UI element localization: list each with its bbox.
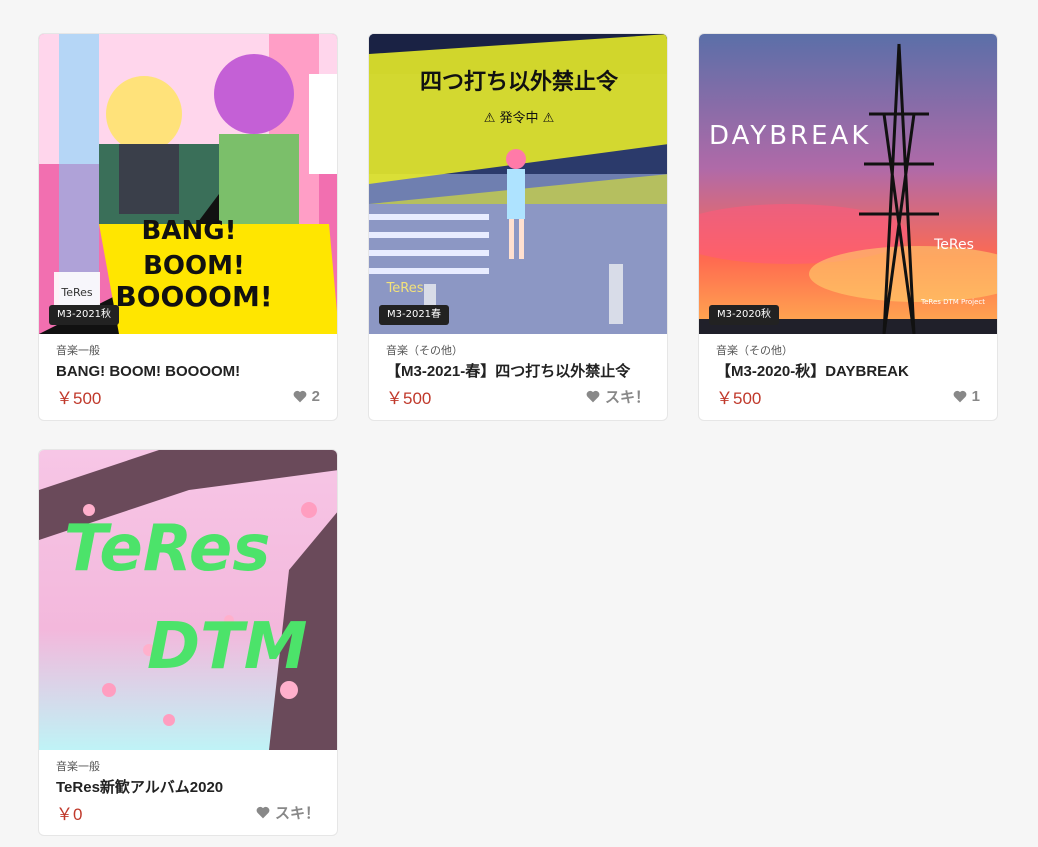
product-thumbnail[interactable]: 四つ打ち以外禁止令 ⚠ 発令中 ⚠ TeRes M3-2021春 <box>369 34 667 334</box>
product-title[interactable]: TeRes新歓アルバム2020 <box>56 778 320 798</box>
art-text-line: ⚠ 発令中 ⚠ <box>484 111 555 126</box>
like-count: スキ！ <box>274 804 320 822</box>
product-thumbnail[interactable]: BANG! BOOM! BOOOOM! TeRes M3-2021秋 <box>39 34 337 334</box>
heart-icon <box>256 806 270 818</box>
album-art: 四つ打ち以外禁止令 ⚠ 発令中 ⚠ TeRes <box>369 34 667 334</box>
heart-icon <box>586 390 600 402</box>
product-card[interactable]: BANG! BOOM! BOOOOM! TeRes M3-2021秋 音楽一般 … <box>38 33 338 421</box>
circle-logo: TeRes <box>60 286 93 299</box>
like-button[interactable]: 1 <box>953 388 980 405</box>
category-label: 音楽一般 <box>56 344 100 357</box>
art-text-line: 四つ打ち以外禁止令 <box>420 69 619 95</box>
art-text-line: BOOM! <box>143 251 245 281</box>
product-title[interactable]: BANG! BOOM! BOOOOM! <box>56 362 320 382</box>
event-badge: M3-2021春 <box>379 305 450 325</box>
like-button[interactable]: スキ！ <box>586 386 650 407</box>
category-label: 音楽（その他） <box>716 344 793 357</box>
event-badge: M3-2021秋 <box>49 305 120 325</box>
category-label: 音楽一般 <box>56 760 100 773</box>
price: ￥500 <box>386 388 432 408</box>
heart-icon <box>953 390 967 402</box>
album-art: BANG! BOOM! BOOOOM! TeRes <box>39 34 337 334</box>
art-text-line: DAYBREAK <box>709 121 871 151</box>
art-text-line: BOOOOM! <box>115 280 272 313</box>
product-card[interactable]: 四つ打ち以外禁止令 ⚠ 発令中 ⚠ TeRes M3-2021春 音楽（その他）… <box>368 33 668 421</box>
price: ￥500 <box>716 388 762 408</box>
circle-logo: TeRes <box>386 281 424 296</box>
art-text-line: TeRes DTM Project <box>920 298 985 306</box>
like-button[interactable]: スキ！ <box>256 802 320 823</box>
product-title[interactable]: 【M3-2020-秋】DAYBREAK <box>716 362 980 382</box>
product-card[interactable]: DAYBREAK TeRes DTM Project TeRes M3-2020… <box>698 33 998 421</box>
like-count: 1 <box>971 387 980 405</box>
like-button[interactable]: 2 <box>293 388 320 405</box>
event-badge: M3-2020秋 <box>709 305 780 325</box>
heart-icon <box>293 390 307 402</box>
art-text-line: TeRes <box>64 512 270 586</box>
circle-logo: TeRes <box>933 237 974 253</box>
like-count: スキ！ <box>604 388 650 406</box>
category-label: 音楽（その他） <box>386 344 463 357</box>
price: ￥500 <box>56 388 102 408</box>
product-card[interactable]: TeRes DTM 音楽一般 TeRes新歓アルバム2020 ￥0 スキ！ <box>38 449 338 836</box>
product-thumbnail[interactable]: DAYBREAK TeRes DTM Project TeRes M3-2020… <box>699 34 997 334</box>
price: ￥0 <box>56 804 83 824</box>
product-thumbnail[interactable]: TeRes DTM <box>39 450 337 750</box>
product-title[interactable]: 【M3-2021-春】四つ打ち以外禁止令 <box>386 362 650 382</box>
album-art: DAYBREAK TeRes DTM Project TeRes <box>699 34 997 334</box>
art-text-line: BANG! <box>142 216 237 246</box>
like-count: 2 <box>311 387 320 405</box>
album-art: TeRes DTM <box>39 450 337 750</box>
art-text-line: DTM <box>147 610 307 684</box>
